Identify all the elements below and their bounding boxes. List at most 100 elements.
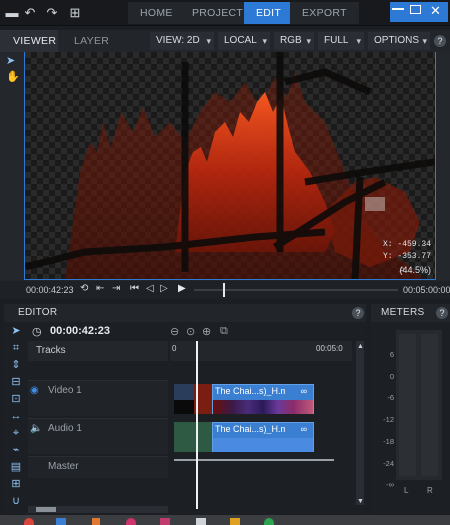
speaker-icon[interactable]: 🔈 [30, 423, 42, 434]
viewer-canvas[interactable]: X: -459.34 Y: -353.77 ⌕ (44.5%) [24, 52, 436, 280]
maximize-icon[interactable] [410, 5, 421, 14]
track-tool-icon[interactable]: ▤ [8, 460, 24, 474]
select-tool-icon[interactable]: ➤ [6, 54, 15, 67]
slip-tool-icon[interactable]: ⇕ [8, 358, 24, 372]
meter-label-right: R [427, 486, 433, 495]
step-forward-icon[interactable]: ▷ [160, 283, 168, 294]
undo-icon[interactable]: ↶ [21, 4, 39, 22]
grid-icon[interactable]: ⊞ [66, 4, 84, 22]
eye-icon[interactable]: ◉ [30, 385, 39, 396]
space-dropdown[interactable]: LOCAL [218, 32, 270, 50]
coord-y: Y: -353.77 [382, 252, 431, 261]
master-line [174, 459, 334, 461]
scroll-thumb[interactable] [36, 507, 56, 512]
play-icon[interactable]: ▶ [178, 283, 186, 294]
audio-clip[interactable]: The Chai...s)_H.mp4 ∞ [212, 422, 314, 452]
current-time: 00:00:42:23 [26, 285, 74, 295]
scrub-bar[interactable] [194, 283, 398, 297]
meter-scale-m18: -18 [383, 437, 394, 446]
slide-tool-icon[interactable]: ↔ [8, 409, 24, 423]
audio-clip-stub[interactable] [174, 422, 212, 452]
tracks-header: Tracks [28, 341, 168, 361]
meter-bars [396, 330, 442, 480]
nav-center-icon[interactable]: ⊙ [186, 325, 195, 338]
audio-waveform [213, 438, 313, 452]
fit-icon[interactable]: ⧉ [220, 325, 228, 338]
tab-home[interactable]: HOME [128, 2, 185, 24]
meters-help-icon[interactable]: ? [436, 307, 448, 319]
window-controls: ✕ [390, 2, 448, 22]
timecode-row: ◷ 00:00:42:23 ⊖ ⊙ ⊕ ⧉ [28, 323, 366, 341]
end-time: 00:05:00:00 [403, 285, 450, 295]
clock-icon: ◷ [32, 326, 42, 338]
taskbar [0, 515, 450, 525]
timeline-playhead[interactable] [196, 341, 198, 509]
close-icon[interactable]: ✕ [430, 2, 441, 20]
marker-tool-icon[interactable]: ⊞ [8, 477, 24, 491]
tab-viewer[interactable]: VIEWER [0, 30, 58, 52]
prev-frame-icon[interactable]: ⏮ [130, 283, 139, 294]
stretch-tool-icon[interactable]: ⌖ [8, 426, 24, 440]
viewer-header: VIEWER LAYER VIEW: 2D LOCAL RGB FULL OPT… [0, 30, 450, 52]
nav-prev-icon[interactable]: ⊖ [170, 325, 179, 338]
link-icon: ∞ [300, 386, 307, 396]
master-track-header: Master [28, 456, 168, 478]
video-track-header: ◉ Video 1 [28, 380, 168, 416]
taskbar-app-icon[interactable] [264, 518, 274, 525]
taskbar-app-icon[interactable] [126, 518, 136, 525]
vertical-scrollbar[interactable]: ▲ ▼ [356, 341, 364, 505]
color-channel-dropdown[interactable]: RGB [274, 32, 314, 50]
meter-left [399, 334, 416, 476]
nav-next-icon[interactable]: ⊕ [202, 325, 211, 338]
taskbar-app-icon[interactable] [196, 518, 206, 525]
transport-bar: 00:00:42:23 ⟲ ⇤ ⇥ ⏮ ◁ ▷ ▶ 00:05:00:00 [0, 281, 450, 299]
razor-tool-icon[interactable]: ⌗ [8, 341, 24, 355]
editor-help-icon[interactable]: ? [352, 307, 364, 319]
meter-scale-m24: -24 [383, 459, 394, 468]
tab-layer[interactable]: LAYER [74, 30, 109, 52]
magnet-tool-icon[interactable]: ∪ [8, 494, 24, 508]
tracks-label: Tracks [36, 345, 66, 356]
editor-panel: EDITOR ? ➤ ⌗ ⇕ ⊟ ⊡ ↔ ⌖ ⌁ ▤ ⊞ ∪ ◷ 00:00:4… [4, 304, 366, 514]
view-mode-dropdown[interactable]: VIEW: 2D [150, 32, 214, 50]
scroll-down-icon[interactable]: ▼ [357, 498, 364, 505]
video-frame [25, 52, 435, 279]
step-back-icon[interactable]: ◁ [146, 283, 154, 294]
video-clip-title: The Chai...s)_H.mp4 [215, 386, 285, 396]
save-icon[interactable]: ▬ [3, 4, 21, 22]
resolution-dropdown[interactable]: FULL [318, 32, 364, 50]
mark-in-icon[interactable]: ⇤ [96, 283, 104, 294]
roll-tool-icon[interactable]: ⊡ [8, 392, 24, 406]
editor-title: EDITOR [18, 307, 58, 318]
tab-export[interactable]: EXPORT [290, 2, 359, 24]
ruler-start: 0 [172, 344, 177, 353]
editor-header: EDITOR [4, 304, 366, 322]
taskbar-app-icon[interactable] [92, 518, 100, 525]
minimize-icon[interactable] [392, 8, 404, 10]
audio-track-header: 🔈 Audio 1 [28, 418, 168, 454]
scroll-up-icon[interactable]: ▲ [357, 343, 364, 350]
meter-scale-inf: -∞ [386, 480, 394, 489]
video-track-name: Video 1 [48, 385, 82, 396]
taskbar-app-icon[interactable] [24, 518, 34, 525]
ripple-tool-icon[interactable]: ⊟ [8, 375, 24, 389]
scrub-playhead[interactable] [223, 283, 225, 297]
taskbar-app-icon[interactable] [230, 518, 240, 525]
taskbar-app-icon[interactable] [56, 518, 66, 525]
audio-clip-title: The Chai...s)_H.mp4 [215, 424, 285, 434]
viewer-help-icon[interactable]: ? [434, 35, 446, 47]
mark-out-icon[interactable]: ⇥ [112, 283, 120, 294]
speed-tool-icon[interactable]: ⌁ [8, 443, 24, 457]
horizontal-scrollbar[interactable] [28, 506, 168, 513]
select-tool-icon[interactable]: ➤ [8, 324, 24, 338]
tab-edit[interactable]: EDIT [244, 2, 294, 24]
meter-scale-0: 0 [389, 372, 394, 381]
video-clip-thumbnails [213, 400, 313, 414]
options-dropdown[interactable]: OPTIONS [368, 32, 430, 50]
redo-icon[interactable]: ↷ [43, 4, 61, 22]
loop-icon[interactable]: ⟲ [80, 283, 88, 294]
taskbar-app-icon[interactable] [160, 518, 170, 525]
coord-x: X: -459.34 [382, 240, 431, 249]
video-clip[interactable]: The Chai...s)_H.mp4 ∞ [212, 384, 314, 414]
hand-tool-icon[interactable]: ✋ [6, 70, 20, 83]
